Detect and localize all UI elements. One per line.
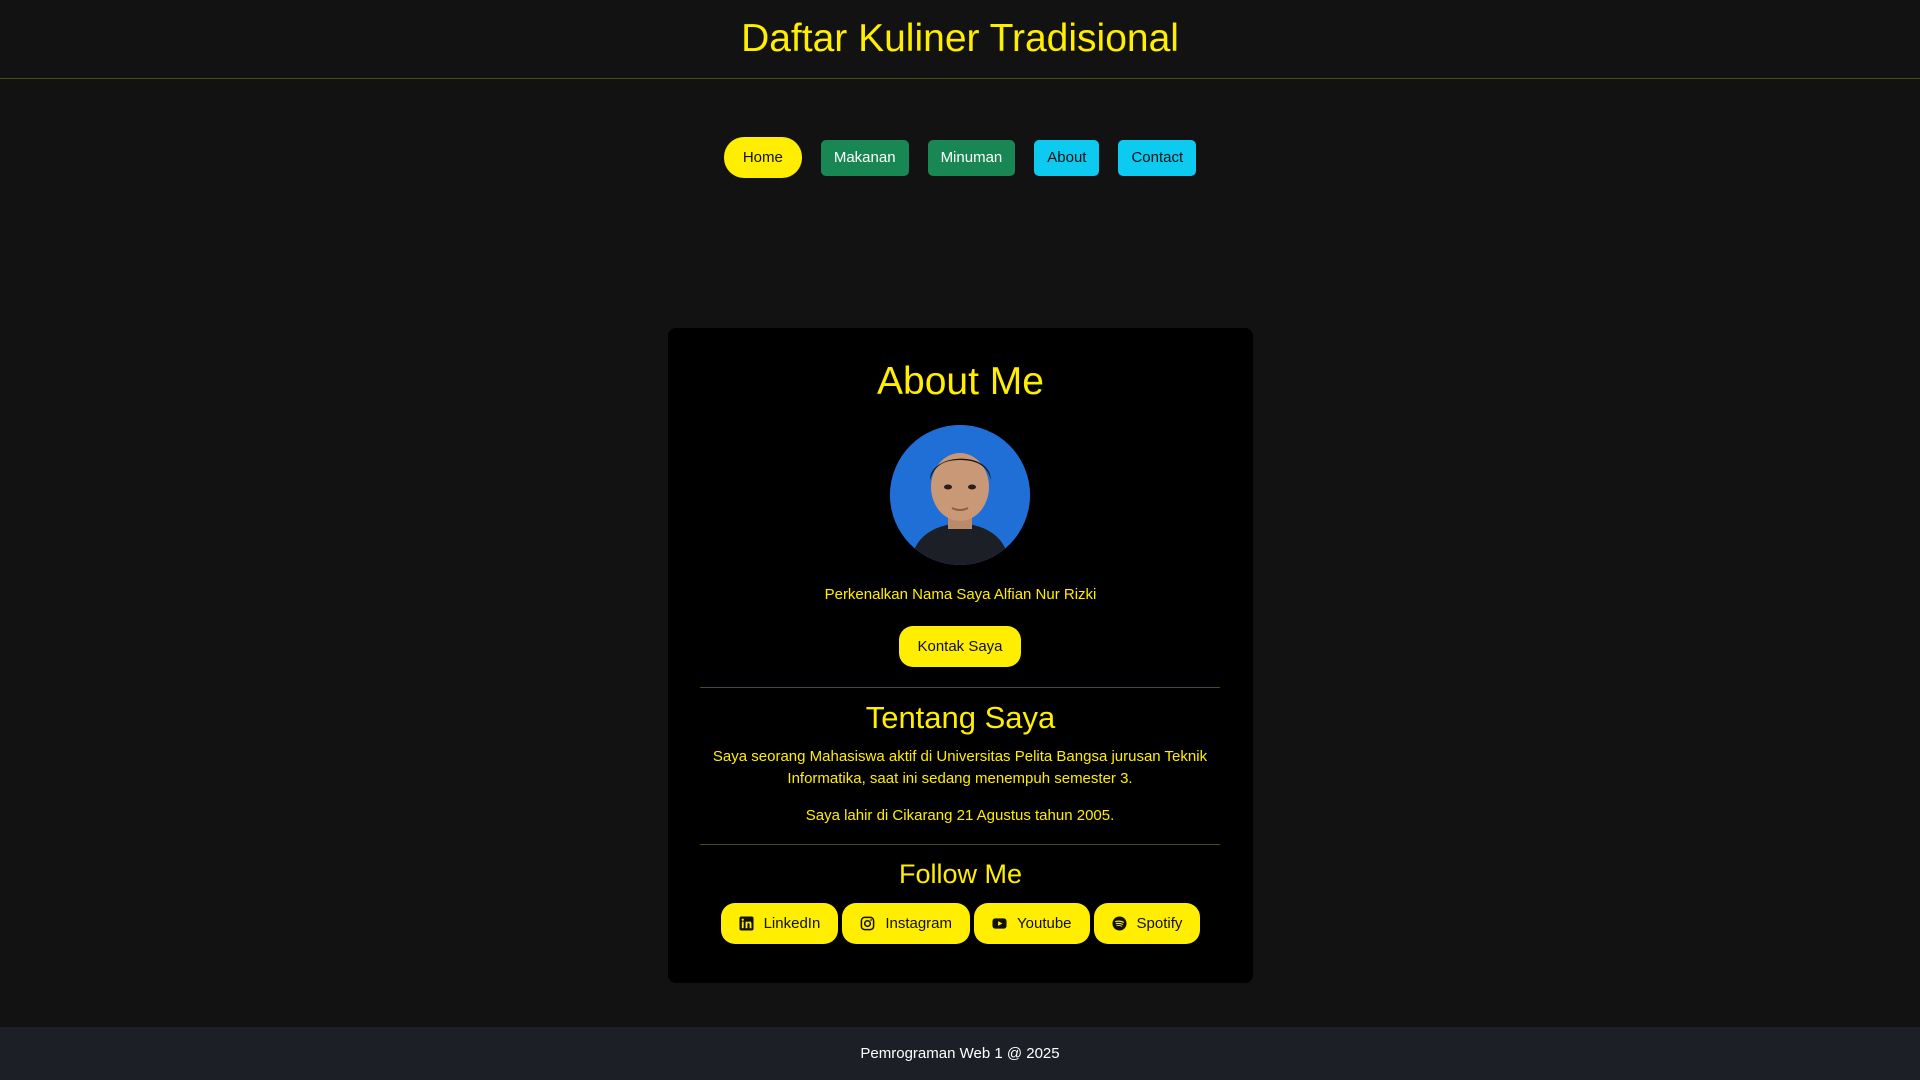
tentang-paragraph-2: Saya lahir di Cikarang 21 Agustus tahun … [805,807,1115,824]
site-header: Daftar Kuliner Tradisional [0,0,1920,79]
instagram-icon [860,916,875,931]
linkedin-label: LinkedIn [763,915,821,932]
nav-home-button[interactable]: Home [723,137,802,178]
youtube-label: Youtube [1017,915,1072,932]
site-title: Daftar Kuliner Tradisional [741,17,1179,60]
intro-text: Perkenalkan Nama Saya Alfian Nur Rizki [824,586,1097,603]
instagram-button[interactable]: Instagram [842,903,971,944]
about-title: About Me [877,360,1044,403]
linkedin-button[interactable]: LinkedIn [720,903,839,944]
youtube-button[interactable]: Youtube [974,903,1090,944]
about-card: About Me Perkenalkan Nama Saya Alfian Nu… [668,328,1253,983]
divider [700,687,1220,688]
follow-title: Follow Me [898,859,1023,889]
social-links: LinkedIn Instagram Youtube Spotify [668,903,1253,944]
divider [700,844,1220,845]
tentang-paragraph-1: Saya seorang Mahasiswa aktif di Universi… [712,748,1208,787]
nav-makanan-button[interactable]: Makanan [820,139,909,176]
instagram-label: Instagram [885,915,953,932]
spotify-button[interactable]: Spotify [1093,903,1201,944]
site-footer: Pemrograman Web 1 @ 2025 [0,1027,1920,1080]
spotify-icon [1112,916,1127,931]
main-nav: Home Makanan Minuman About Contact [0,137,1920,178]
profile-photo [890,425,1030,565]
nav-contact-button[interactable]: Contact [1118,139,1197,176]
contact-me-button[interactable]: Kontak Saya [899,626,1021,667]
linkedin-icon [739,916,754,931]
nav-minuman-button[interactable]: Minuman [927,139,1016,176]
nav-about-button[interactable]: About [1034,139,1100,176]
youtube-icon [992,918,1007,929]
tentang-title: Tentang Saya [865,700,1056,735]
spotify-label: Spotify [1136,915,1183,932]
profile-photo-illustration [890,425,1030,565]
footer-text: Pemrograman Web 1 @ 2025 [860,1045,1060,1062]
